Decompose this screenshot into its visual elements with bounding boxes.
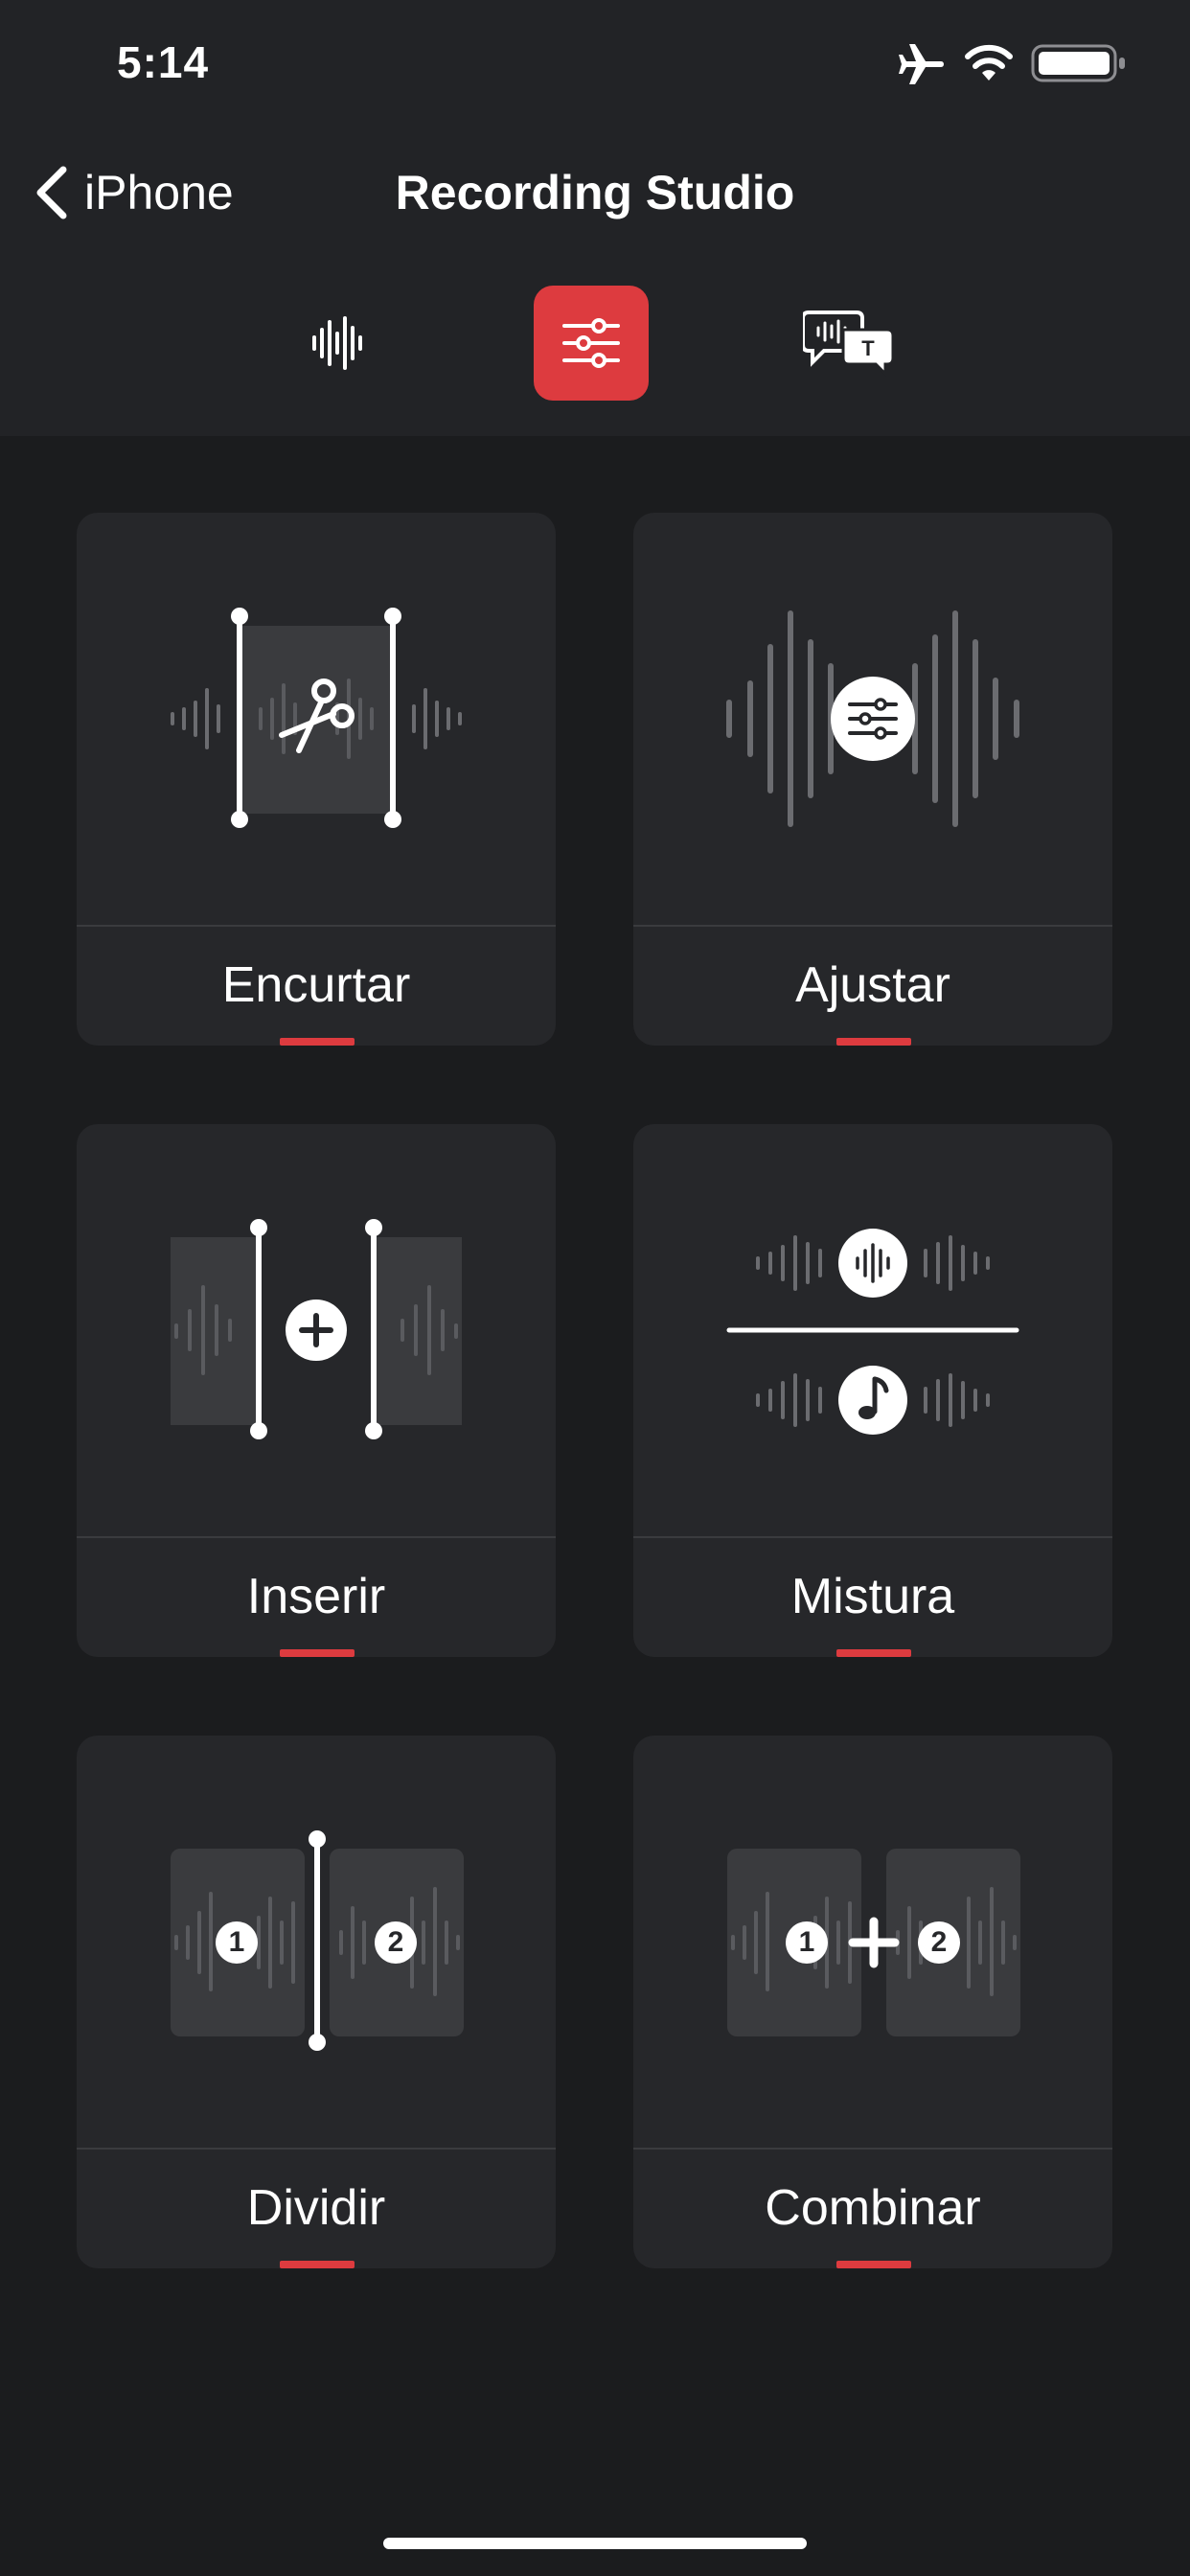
- transcript-icon: T: [803, 310, 895, 378]
- insert-plus-icon: [171, 1219, 462, 1439]
- tool-label: Dividir: [246, 2180, 386, 2236]
- navigation-bar: iPhone Recording Studio: [0, 153, 1190, 230]
- trim-scissors-icon: [171, 608, 462, 828]
- accent-underline: [280, 1038, 355, 1046]
- svg-text:T: T: [861, 336, 875, 360]
- home-indicator[interactable]: [383, 2538, 807, 2549]
- adjust-sliders-icon: [726, 610, 1019, 827]
- tool-label: Encurtar: [221, 957, 411, 1013]
- tool-card-inserir[interactable]: Inserir: [77, 1124, 556, 1657]
- accent-underline: [280, 2261, 355, 2268]
- mix-music-icon: [726, 1229, 1019, 1435]
- tool-card-ajustar[interactable]: Ajustar: [633, 513, 1112, 1046]
- split-icon: [171, 1830, 464, 2051]
- tab-transcript[interactable]: T: [791, 286, 906, 401]
- tool-card-mistura[interactable]: Mistura: [633, 1124, 1112, 1657]
- tab-adjust[interactable]: [534, 286, 649, 401]
- tool-label: Ajustar: [795, 957, 950, 1013]
- page-title: Recording Studio: [395, 166, 795, 219]
- mode-tabs: T: [0, 286, 1190, 402]
- combine-icon: [727, 1849, 1020, 2036]
- segment-label-1: 1: [228, 1926, 245, 1958]
- top-bar: 5:14 iPhone Recording Studio T: [0, 0, 1190, 436]
- tab-waveform[interactable]: [280, 286, 395, 401]
- accent-underline: [836, 2261, 911, 2268]
- tool-label: Inserir: [246, 1569, 386, 1624]
- segment-label-2: 2: [387, 1926, 404, 1958]
- tool-card-dividir[interactable]: 1 2 Dividir: [77, 1736, 556, 2268]
- tool-card-combinar[interactable]: 1 2 Combinar: [633, 1736, 1112, 2268]
- segment-label-2: 2: [930, 1926, 948, 1958]
- sliders-icon: [562, 318, 620, 368]
- tool-label: Mistura: [790, 1569, 955, 1624]
- tool-label: Combinar: [765, 2180, 981, 2236]
- status-icons: [899, 42, 1129, 88]
- status-time: 5:14: [117, 37, 210, 87]
- accent-underline: [836, 1649, 911, 1657]
- waveform-icon: [312, 316, 362, 370]
- wifi-icon: [965, 44, 1013, 80]
- battery-icon: [1031, 44, 1125, 82]
- tool-card-encurtar[interactable]: Encurtar: [77, 513, 556, 1046]
- accent-underline: [280, 1649, 355, 1657]
- segment-label-1: 1: [798, 1926, 815, 1958]
- airplane-icon: [899, 44, 944, 84]
- accent-underline: [836, 1038, 911, 1046]
